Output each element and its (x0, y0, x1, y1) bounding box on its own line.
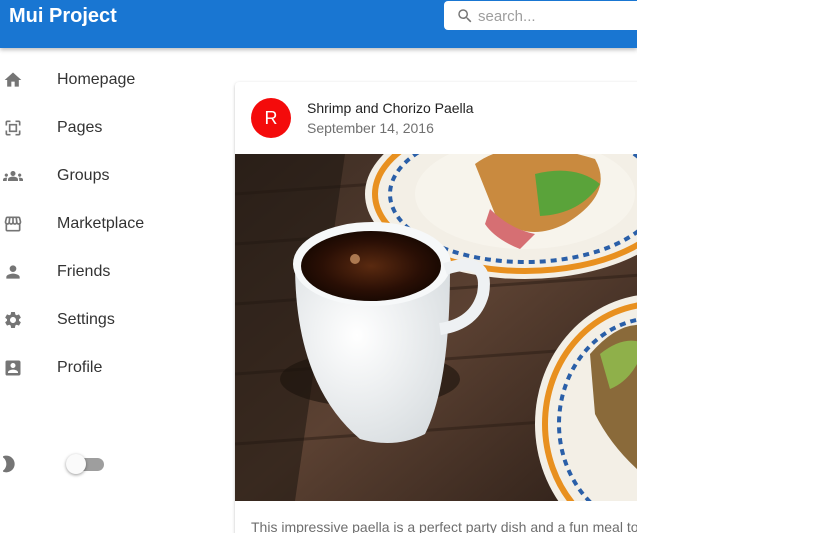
sidebar-item-label: Marketplace (57, 215, 145, 232)
groups-icon (3, 171, 23, 181)
sidebar-item-homepage[interactable]: Homepage (0, 56, 200, 104)
sidebar-item-label: Friends (57, 263, 111, 280)
avatar[interactable]: R (251, 98, 291, 138)
sidebar-item-label: Groups (57, 167, 110, 184)
sidebar-item-pages[interactable]: Pages (0, 104, 200, 152)
post-title: Shrimp and Chorizo Paella (307, 100, 474, 116)
app-title: Mui Project (9, 5, 117, 27)
sidebar-item-marketplace[interactable]: Marketplace (0, 200, 200, 248)
account-box-icon (5, 360, 21, 376)
search-input[interactable] (478, 4, 637, 28)
app-bar: Mui Project (0, 0, 637, 48)
post-header: R Shrimp and Chorizo Paella September 14… (235, 82, 637, 154)
sidebar-item-label: Profile (57, 359, 103, 376)
storefront-icon (4, 216, 22, 232)
post-body: This impressive paella is a perfect part… (251, 519, 637, 533)
home-icon (4, 72, 22, 87)
post-date: September 14, 2016 (307, 120, 434, 136)
dark-mode-switch[interactable] (66, 453, 104, 475)
post-card: R Shrimp and Chorizo Paella September 14… (235, 82, 637, 533)
pages-icon (5, 120, 21, 136)
search-box[interactable] (444, 1, 637, 30)
sidebar-item-groups[interactable]: Groups (0, 152, 200, 200)
sidebar-item-label: Pages (57, 119, 103, 136)
post-image (235, 154, 637, 501)
sidebar-item-label: Homepage (57, 71, 136, 88)
moon-icon (3, 455, 15, 473)
coffee-breakfast-photo (235, 154, 637, 501)
sidebar-item-profile[interactable]: Profile (0, 344, 200, 392)
switch-thumb[interactable] (66, 454, 86, 474)
sidebar-item-label: Settings (57, 311, 115, 328)
sidebar-item-settings[interactable]: Settings (0, 296, 200, 344)
gear-icon (5, 312, 21, 328)
theme-toggle-row (0, 451, 200, 481)
search-icon (458, 9, 472, 23)
app-viewport: Mui Project Homepage Pages Groups Market… (0, 0, 637, 533)
person-icon (6, 265, 20, 279)
sidebar-item-friends[interactable]: Friends (0, 248, 200, 296)
